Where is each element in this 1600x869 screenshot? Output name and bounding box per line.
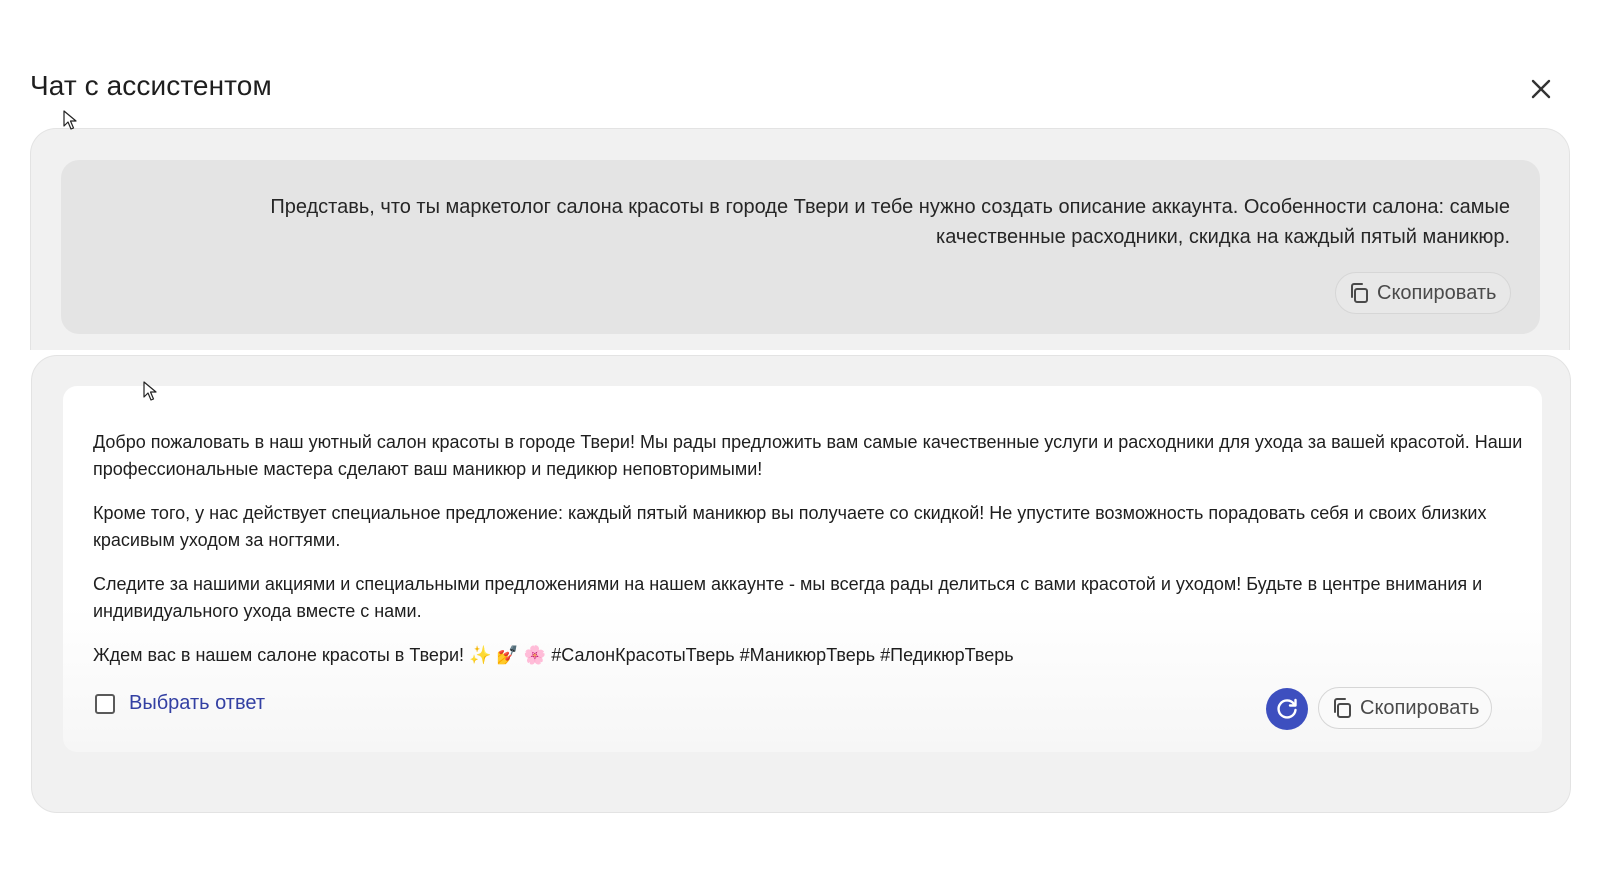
regenerate-button[interactable] <box>1266 688 1308 730</box>
answer-paragraph: Следите за нашими акциями и специальными… <box>93 574 1483 621</box>
copy-prompt-button[interactable]: Скопировать <box>1335 272 1511 314</box>
mouse-cursor-icon <box>63 110 77 130</box>
user-prompt-card: Представь, что ты маркетолог салона крас… <box>61 160 1540 334</box>
close-button[interactable] <box>1525 73 1557 105</box>
select-answer-checkbox[interactable] <box>95 693 115 714</box>
copy-prompt-label: Скопировать <box>1377 281 1497 304</box>
close-icon <box>1531 79 1551 99</box>
copy-answer-button[interactable]: Скопировать <box>1318 687 1492 729</box>
select-answer-label[interactable]: Выбрать ответ <box>129 692 265 715</box>
refresh-icon <box>1277 698 1297 719</box>
copy-answer-label: Скопировать <box>1360 696 1480 719</box>
answer-paragraph: Кроме того, у нас действует специальное … <box>93 503 1487 550</box>
select-answer-option[interactable]: Выбрать ответ <box>95 692 265 715</box>
copy-icon <box>1348 282 1370 304</box>
assistant-answer-text: Добро пожаловать в наш уютный салон крас… <box>93 429 1523 687</box>
user-prompt-text: Представь, что ты маркетолог салона крас… <box>270 196 1510 248</box>
dialog-title: Чат с ассистентом <box>30 70 272 101</box>
copy-icon <box>1331 697 1353 719</box>
mouse-cursor-icon <box>143 381 157 401</box>
answer-paragraph: Добро пожаловать в наш уютный салон крас… <box>93 432 1523 479</box>
answer-paragraph: Ждем вас в нашем салоне красоты в Твери!… <box>93 645 1014 665</box>
